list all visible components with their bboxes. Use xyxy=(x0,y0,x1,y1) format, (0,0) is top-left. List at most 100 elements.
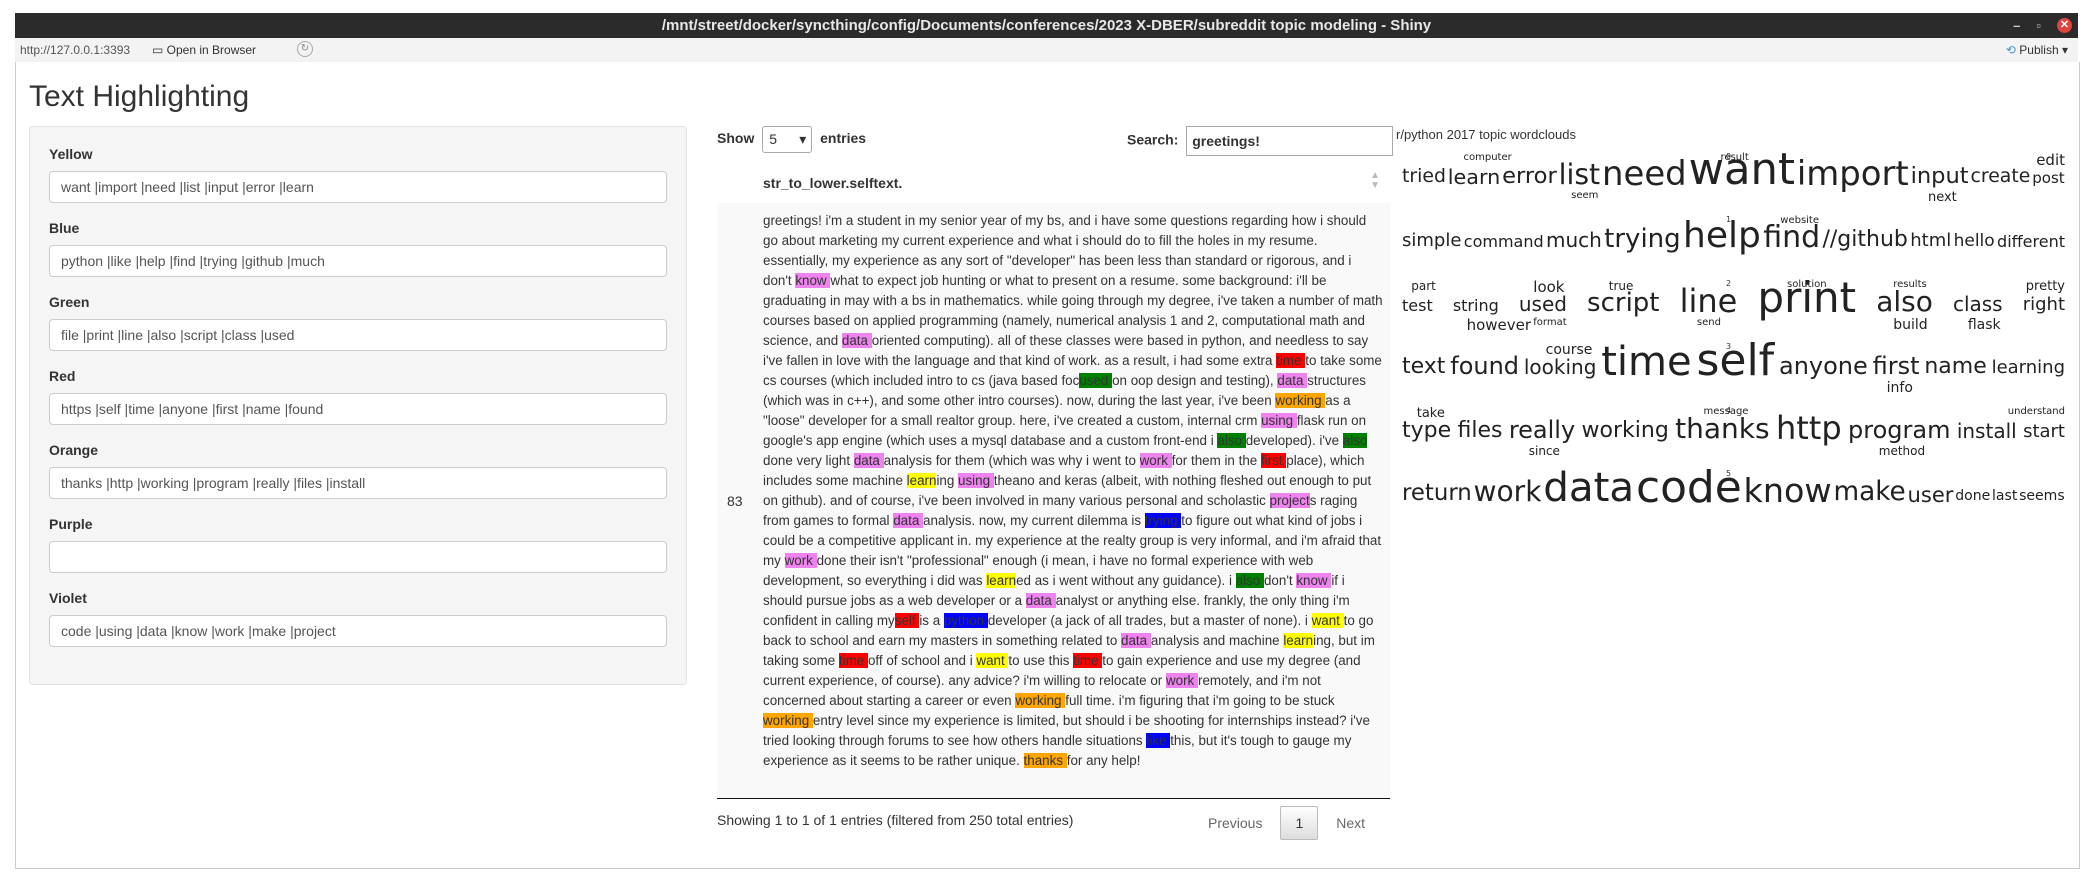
red-input[interactable]: https |self |time |anyone |first |name |… xyxy=(49,393,667,425)
wordcloud-word: line xyxy=(1679,282,1738,321)
wordcloud-word: since xyxy=(1528,444,1560,458)
orange-label: Orange xyxy=(49,442,99,458)
wordcloud-word: results xyxy=(1893,279,1927,290)
wordcloud-word: user xyxy=(1907,481,1954,507)
sort-icon[interactable]: ▲ ▼ xyxy=(1370,171,1380,191)
browser-icon: ▭ xyxy=(152,43,167,57)
close-icon[interactable]: ✕ xyxy=(2057,18,2072,33)
purple-label: Purple xyxy=(49,516,93,532)
yellow-input[interactable]: want |import |need |list |input |error |… xyxy=(49,171,667,203)
wordcloud-word: anyone xyxy=(1779,352,1868,381)
wordcloud-word: solution xyxy=(1787,279,1827,290)
wordcloud-word: need xyxy=(1602,153,1687,193)
highlight-mark: data xyxy=(1121,633,1151,648)
wordcloud-word: method xyxy=(1878,444,1926,458)
wordcloud-word: tried xyxy=(1402,166,1446,188)
highlight-mark: know xyxy=(1296,573,1332,588)
highlight-mark: data xyxy=(893,513,924,528)
wordcloud-word: working xyxy=(1581,417,1669,443)
highlight-mark: trying xyxy=(1144,513,1182,528)
yellow-label: Yellow xyxy=(49,146,93,162)
green-group: Green file |print |line |also |script |c… xyxy=(49,294,667,351)
entries-select[interactable]: 5 xyxy=(762,126,813,153)
wordcloud-word: create xyxy=(1970,166,2031,188)
search-input[interactable]: greetings! xyxy=(1186,126,1394,156)
open-in-browser-label: Open in Browser xyxy=(166,43,257,57)
purple-group: Purple xyxy=(49,516,667,573)
highlight-mark: also xyxy=(1217,433,1246,448)
wordcloud-word: info xyxy=(1886,380,1913,396)
text-segment: don't xyxy=(1263,573,1297,588)
text-segment: analysis for them (which was why i went … xyxy=(883,453,1140,468)
text-segment: off of school and i xyxy=(867,653,977,668)
text-segment: on oop design and testing), xyxy=(1112,373,1278,388)
wordcloud-word: found xyxy=(1450,352,1520,381)
wordcloud-word: html xyxy=(1910,229,1952,251)
wordcloud-word: course xyxy=(1545,342,1593,358)
post-text: greetings! i'm a student in my senior ye… xyxy=(763,211,1383,771)
highlight-mark: want xyxy=(1311,613,1344,628)
page-title: Text Highlighting xyxy=(29,80,250,113)
wordcloud-word: looking xyxy=(1523,355,1597,380)
purple-input[interactable] xyxy=(49,541,667,573)
wordcloud-word: learn xyxy=(1447,164,1501,189)
wordcloud-word: website xyxy=(1780,215,1820,226)
previous-button[interactable]: Previous xyxy=(1208,815,1262,831)
green-input[interactable]: file |print |line |also |script |class |… xyxy=(49,319,667,351)
wordcloud-word: last xyxy=(1992,488,2018,505)
highlight-mark: work xyxy=(784,553,817,568)
highlight-mark: also xyxy=(1235,573,1264,588)
minimize-icon[interactable]: – xyxy=(2013,13,2020,38)
wordcloud-word: test xyxy=(1402,295,1433,315)
next-button[interactable]: Next xyxy=(1336,815,1365,831)
wordcloud-word: message xyxy=(1703,406,1749,417)
green-label: Green xyxy=(49,294,90,310)
violet-input[interactable]: code |using |data |know |work |make |pro… xyxy=(49,615,667,647)
window-title: /mnt/street/docker/syncthing/config/Docu… xyxy=(661,17,1432,34)
table-info: Showing 1 to 1 of 1 entries (filtered fr… xyxy=(717,812,1074,828)
wordcloud-word: find xyxy=(1763,219,1821,255)
wordcloud-word: type xyxy=(1402,417,1452,443)
wordcloud-word: much xyxy=(1545,228,1602,253)
page-1-button[interactable]: 1 xyxy=(1280,806,1319,840)
text-segment: is a xyxy=(919,613,944,628)
publish-button[interactable]: ⟲ Publish ▾ xyxy=(2006,43,2068,57)
highlight-mark: work xyxy=(1139,453,1172,468)
wordcloud-word: http xyxy=(1775,409,1842,448)
blue-input[interactable]: python |like |help |find |trying |github… xyxy=(49,245,667,277)
wordcloud-word: time xyxy=(1601,338,1692,385)
highlight-mark: data xyxy=(841,333,872,348)
wordcloud-word: first xyxy=(1872,352,1920,381)
wordcloud-word: know xyxy=(1743,470,1832,510)
text-segment: ing xyxy=(936,473,959,488)
wordcloud-word: look xyxy=(1533,278,1565,296)
highlight-mark: time xyxy=(1276,353,1306,368)
wordcloud-word: done xyxy=(1955,488,1991,505)
blue-label: Blue xyxy=(49,220,80,236)
wordcloud-word: work xyxy=(1473,475,1542,509)
text-segment: developed). i've xyxy=(1245,433,1343,448)
table-row: 83 greetings! i'm a student in my senior… xyxy=(717,203,1390,799)
highlight-mark: know xyxy=(795,273,831,288)
red-label: Red xyxy=(49,368,76,384)
wordcloud-word: also xyxy=(1876,285,1933,319)
wordcloud-word: list xyxy=(1558,157,1601,191)
blue-group: Blue python |like |help |find |trying |g… xyxy=(49,220,667,277)
highlight-mark: thanks xyxy=(1023,753,1067,768)
refresh-icon[interactable]: ↻ xyxy=(297,41,313,57)
violet-label: Violet xyxy=(49,590,87,606)
highlight-mark: used xyxy=(1079,373,1113,388)
wordcloud-word: different xyxy=(1997,231,2065,251)
wordcloud-word: text xyxy=(1402,353,1446,379)
sidebar-panel: Yellow want |import |need |list |input |… xyxy=(29,126,687,685)
column-header-selftext[interactable]: str_to_lower.selftext. xyxy=(763,175,902,191)
window-titlebar[interactable]: /mnt/street/docker/syncthing/config/Docu… xyxy=(15,13,2078,38)
orange-input[interactable]: thanks |http |working |program |really |… xyxy=(49,467,667,499)
open-in-browser-button[interactable]: ▭ Open in Browser xyxy=(152,43,256,57)
highlight-mark: time xyxy=(838,653,868,668)
maximize-icon[interactable]: ▫ xyxy=(2036,13,2041,38)
highlight-mark: first xyxy=(1260,453,1287,468)
red-group: Red https |self |time |anyone |first |na… xyxy=(49,368,667,425)
wordcloud-word: however xyxy=(1466,316,1532,334)
wordcloud-word: input xyxy=(1910,163,1969,190)
